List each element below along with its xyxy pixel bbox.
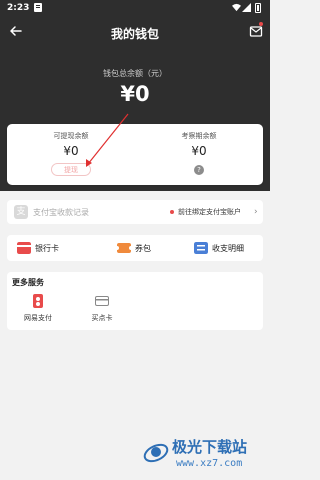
alipay-records-label: 支付宝收款记录 <box>33 208 89 217</box>
bill-detail-icon <box>194 242 208 254</box>
total-balance-label: 钱包总余额（元） <box>103 69 167 78</box>
alipay-red-dot <box>170 210 174 214</box>
total-balance-amount: ¥0 <box>120 82 150 106</box>
more-services: 更多服务 网易支付 买点卡 <box>7 272 263 330</box>
point-card-label: 买点卡 <box>91 314 113 322</box>
notification-icon <box>34 3 42 12</box>
status-time: 2:23 <box>7 3 30 13</box>
battery-icon <box>255 3 261 13</box>
alipay-icon: 支 <box>14 205 28 219</box>
watermark-url: www.xz7.com <box>176 458 243 469</box>
watermark: 极光下载站 www.xz7.com <box>140 434 270 480</box>
watermark-logo-icon <box>143 443 169 463</box>
watermark-title: 极光下载站 <box>172 438 248 456</box>
help-icon[interactable]: ? <box>194 165 204 175</box>
balance-card: 可提现余额 ¥0 提现 考察期余额 ¥0 ? <box>7 124 263 185</box>
point-card-icon <box>95 296 109 306</box>
netease-pay-icon <box>33 294 43 308</box>
coupon-label: 券包 <box>135 244 151 253</box>
wifi-icon <box>232 3 241 12</box>
more-services-title: 更多服务 <box>12 278 44 287</box>
unread-dot <box>259 22 263 26</box>
bank-card-label: 银行卡 <box>35 244 59 253</box>
bank-card-icon <box>17 242 31 254</box>
alipay-records-row[interactable]: 支 支付宝收款记录 前往绑定支付宝账户 › <box>7 200 263 224</box>
bill-detail-button[interactable]: 收支明细 <box>184 235 269 261</box>
review-balance-value: ¥0 <box>191 144 207 158</box>
bind-alipay-link[interactable]: 前往绑定支付宝账户 <box>178 207 241 217</box>
quick-actions: 银行卡 券包 收支明细 <box>7 235 263 261</box>
chevron-right-icon: › <box>254 207 258 217</box>
point-card-button[interactable]: 买点卡 <box>77 292 127 328</box>
status-bar: 2:23 <box>0 0 270 16</box>
bank-card-button[interactable]: 银行卡 <box>7 235 92 261</box>
signal-icon <box>242 3 251 12</box>
withdrawable-value: ¥0 <box>63 144 79 158</box>
netease-pay-label: 网易支付 <box>24 314 52 322</box>
bill-detail-label: 收支明细 <box>212 244 244 253</box>
coupon-button[interactable]: 券包 <box>107 235 192 261</box>
message-icon[interactable] <box>249 24 263 38</box>
page-title: 我的钱包 <box>110 27 159 41</box>
coupon-icon <box>117 243 131 253</box>
review-balance-label: 考察期余额 <box>181 132 217 140</box>
netease-pay-button[interactable]: 网易支付 <box>13 292 63 328</box>
withdrawable-label: 可提现余额 <box>53 132 89 140</box>
withdraw-button[interactable]: 提现 <box>51 163 91 176</box>
